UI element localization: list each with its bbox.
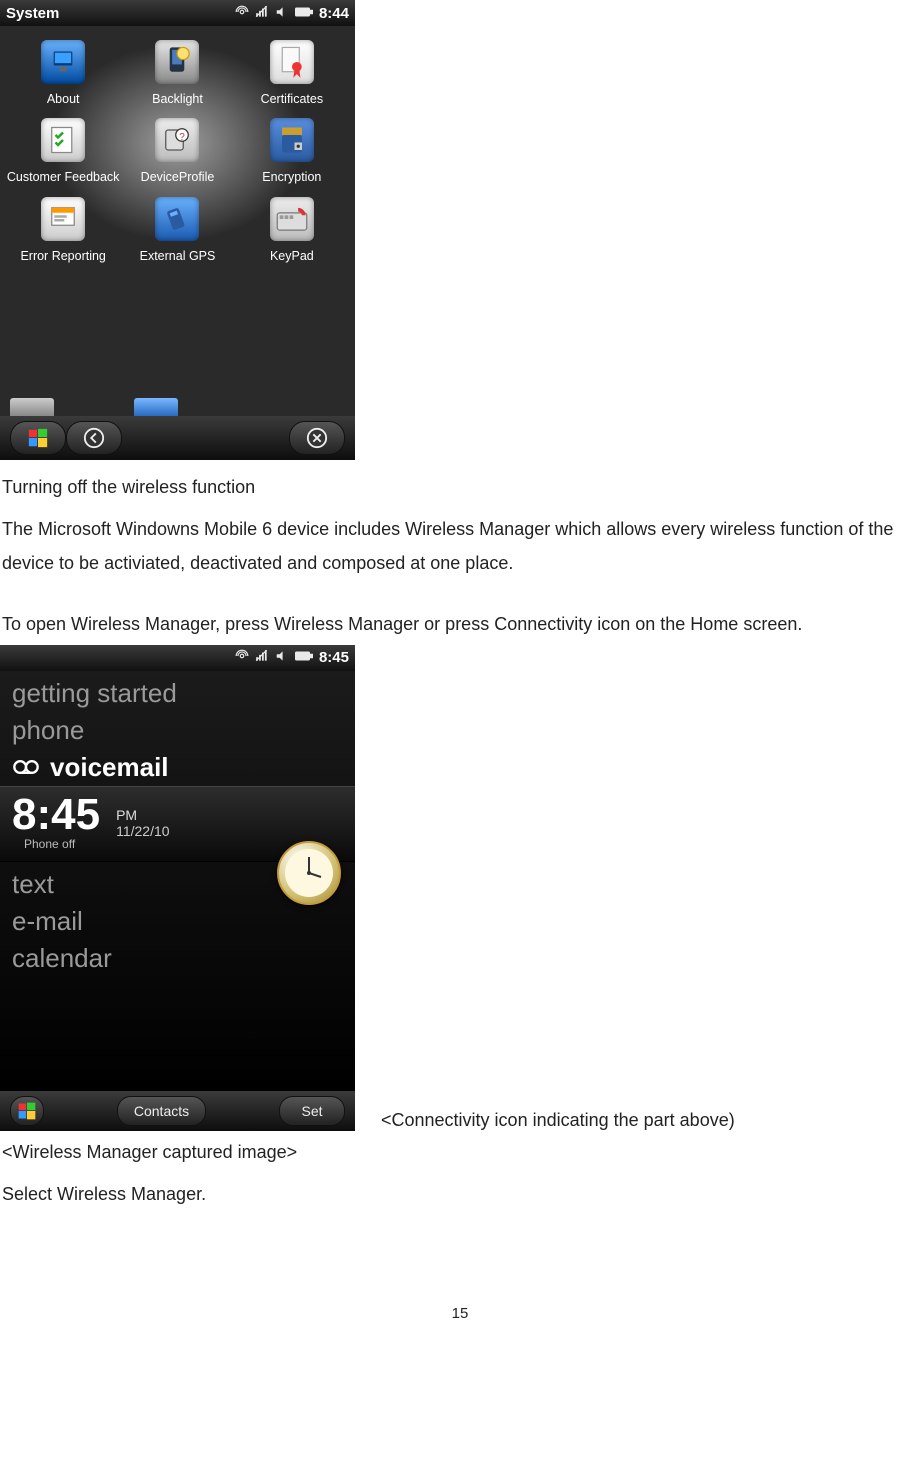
svg-text:?: ? (180, 132, 186, 143)
page-number: 15 (0, 1305, 920, 1322)
backlight-item[interactable]: Backlight (120, 34, 234, 106)
clock-icon (277, 841, 341, 905)
heading-turning-off-wireless: Turning off the wireless function (0, 466, 920, 508)
error-reporting-item[interactable]: Error Reporting (6, 191, 120, 263)
back-button[interactable] (66, 421, 122, 455)
item-label: Backlight (152, 92, 203, 106)
voicemail-icon (12, 753, 40, 781)
keypad-item[interactable]: KeyPad (235, 191, 349, 263)
status-bar: 8:45 (0, 645, 355, 671)
external-gps-icon (155, 197, 199, 241)
start-button[interactable] (10, 1096, 44, 1126)
close-button[interactable] (289, 421, 345, 455)
customer-feedback-icon (41, 118, 85, 162)
backlight-icon (155, 40, 199, 84)
certificates-item[interactable]: Certificates (235, 34, 349, 106)
instruction-select-wireless-manager: Select Wireless Manager. (0, 1173, 920, 1215)
item-label: About (47, 92, 80, 106)
menu-getting-started[interactable]: getting started (0, 675, 355, 712)
signal-icon (255, 5, 269, 22)
statusbar-time: 8:45 (319, 649, 349, 666)
item-label: DeviceProfile (141, 170, 215, 184)
external-gps-item[interactable]: External GPS (120, 191, 234, 263)
customer-feedback-item[interactable]: Customer Feedback (6, 112, 120, 184)
item-label: Customer Feedback (7, 170, 120, 184)
device-profile-icon: ? (155, 118, 199, 162)
paragraph-wireless-manager-desc: The Microsoft Windowns Mobile 6 device i… (0, 508, 920, 584)
item-label: KeyPad (270, 249, 314, 263)
big-time: 8:45 (12, 793, 100, 837)
item-label: Encryption (262, 170, 321, 184)
menu-email[interactable]: e-mail (0, 903, 355, 940)
softkey-set[interactable]: Set (279, 1096, 345, 1126)
date-label: 11/22/10 (116, 823, 169, 839)
phone-off-label: Phone off (12, 837, 100, 853)
statusbar-title: System (6, 5, 229, 22)
caption-connectivity-icon: <Connectivity icon indicating the part a… (381, 1110, 735, 1131)
volume-icon (275, 5, 289, 22)
encryption-icon (270, 118, 314, 162)
statusbar-time: 8:44 (319, 5, 349, 22)
softkey-contacts[interactable]: Contacts (117, 1096, 206, 1126)
menu-label: voicemail (50, 752, 169, 783)
error-reporting-icon (41, 197, 85, 241)
battery-icon (295, 5, 313, 22)
ampm-label: PM (116, 807, 169, 823)
item-label: Certificates (261, 92, 324, 106)
encryption-item[interactable]: Encryption (235, 112, 349, 184)
status-bar: System 8:44 (0, 0, 355, 26)
about-item[interactable]: About (6, 34, 120, 106)
about-icon (41, 40, 85, 84)
item-label: Error Reporting (20, 249, 105, 263)
battery-icon (295, 649, 313, 666)
paragraph-open-wireless-manager: To open Wireless Manager, press Wireless… (0, 603, 920, 645)
device-profile-item[interactable]: ? DeviceProfile (120, 112, 234, 184)
menu-voicemail[interactable]: voicemail (0, 749, 355, 786)
start-button[interactable] (10, 421, 66, 455)
volume-icon (275, 649, 289, 666)
keypad-icon (270, 197, 314, 241)
caption-wireless-manager-image: <Wireless Manager captured image> (0, 1131, 920, 1173)
screenshot-system-settings: System 8:44 About (0, 0, 355, 460)
connectivity-icon[interactable] (235, 5, 249, 22)
menu-phone[interactable]: phone (0, 712, 355, 749)
menu-calendar[interactable]: calendar (0, 940, 355, 977)
screenshot-home-screen: 8:45 getting started phone voicemail 8:4… (0, 645, 355, 1131)
connectivity-icon[interactable] (235, 649, 249, 666)
item-label: External GPS (140, 249, 216, 263)
signal-icon (255, 649, 269, 666)
certificates-icon (270, 40, 314, 84)
